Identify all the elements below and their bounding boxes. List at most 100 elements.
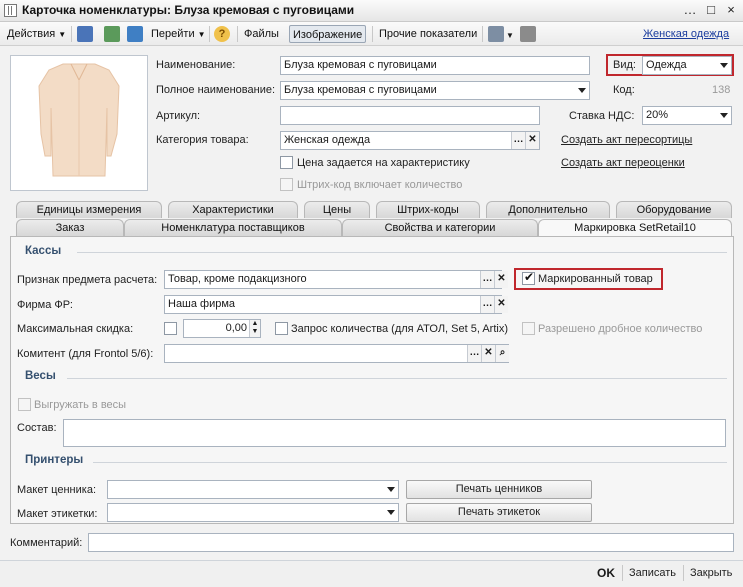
firm-value: Наша фирма — [168, 298, 236, 310]
code-value: 138 — [712, 84, 731, 96]
print-price-tags-button[interactable]: Печать ценников — [406, 480, 592, 499]
qty-request-label: Запрос количества (для АТОЛ, Set 5, Arti… — [291, 323, 508, 335]
clear-icon[interactable]: ✕ — [481, 345, 495, 362]
calc-subject-label: Признак предмета расчета: — [17, 274, 158, 286]
kind-select[interactable]: Одежда — [642, 56, 732, 75]
fractional-label: Разрешено дробное количество — [538, 323, 703, 335]
category-link[interactable]: Женская одежда — [640, 25, 732, 43]
other-indicators-button[interactable]: Прочие показатели — [376, 25, 480, 43]
chevron-down-icon[interactable] — [578, 88, 586, 93]
comment-label: Комментарий: — [10, 537, 83, 549]
report-icon[interactable] — [488, 26, 504, 42]
help-icon[interactable]: ? — [214, 26, 230, 42]
chevron-down-icon[interactable] — [720, 63, 728, 68]
create-reassess-link[interactable]: Создать акт переоценки — [561, 157, 685, 169]
price-by-char-checkbox[interactable] — [280, 156, 293, 169]
tab-equipment[interactable]: Оборудование — [616, 201, 732, 218]
price-tag-select[interactable] — [107, 480, 399, 499]
tab-order[interactable]: Заказ — [16, 219, 124, 236]
tab-barcodes[interactable]: Штрих-коды — [376, 201, 480, 218]
image-button[interactable]: Изображение — [289, 25, 367, 43]
tab-prices[interactable]: Цены — [304, 201, 370, 218]
create-resort-link[interactable]: Создать акт пересортицы — [561, 134, 692, 146]
spin-buttons[interactable]: ▲ ▼ — [249, 320, 260, 337]
committent-input[interactable] — [164, 344, 509, 363]
composition-input[interactable] — [63, 419, 726, 447]
vat-label: Ставка НДС: — [569, 110, 635, 122]
section-divider — [77, 252, 727, 253]
committent-label: Комитент (для Frontol 5/6): — [17, 348, 154, 360]
vat-value: 20% — [646, 109, 669, 121]
maximize-icon[interactable]: □ — [702, 2, 720, 19]
section-divider — [93, 462, 727, 463]
tab-characteristics[interactable]: Характеристики — [168, 201, 298, 218]
tab-additional[interactable]: Дополнительно — [486, 201, 610, 218]
tab-marking[interactable]: Маркировка SetRetail10 — [538, 219, 732, 236]
name-input[interactable]: Блуза кремовая с пуговицами — [280, 56, 590, 75]
save-button[interactable]: Записать — [629, 567, 676, 579]
print-labels-button[interactable]: Печать этикеток — [406, 503, 592, 522]
save-icon[interactable] — [77, 26, 93, 42]
vat-select[interactable]: 20% — [642, 106, 732, 125]
ok-button[interactable]: OK — [597, 566, 615, 580]
goto-menu[interactable]: Перейти ▼ — [148, 25, 209, 43]
qty-request-checkbox[interactable] — [275, 322, 288, 335]
fractional-checkbox[interactable] — [522, 322, 535, 335]
refresh-icon[interactable] — [104, 26, 120, 42]
firm-label: Фирма ФР: — [17, 299, 73, 311]
article-input[interactable] — [280, 106, 540, 125]
printers-title: Принтеры — [25, 454, 84, 466]
full-name-input[interactable]: Блуза кремовая с пуговицами — [280, 81, 590, 100]
clear-icon[interactable]: ✕ — [494, 271, 508, 288]
chevron-down-icon[interactable] — [387, 487, 395, 492]
marked-checkbox[interactable] — [522, 270, 535, 285]
files-button[interactable]: Файлы — [241, 25, 282, 43]
select-button[interactable]: … — [467, 345, 481, 362]
max-discount-label: Максимальная скидка: — [17, 323, 134, 335]
select-button[interactable]: … — [480, 296, 494, 313]
goto-label: Перейти — [151, 28, 195, 40]
select-button[interactable]: … — [511, 132, 525, 149]
search-icon[interactable]: ⌕ — [495, 345, 509, 362]
copy-icon[interactable] — [127, 26, 143, 42]
toolbar: Действия ▼ Перейти ▼ ? Файлы Изображение… — [0, 22, 743, 46]
command-bar: OK Записать Закрыть — [0, 560, 743, 587]
close-icon[interactable]: × — [722, 2, 740, 19]
export-scales-checkbox[interactable] — [18, 398, 31, 411]
category-input[interactable]: Женская одежда — [280, 131, 540, 150]
actions-menu[interactable]: Действия ▼ — [4, 25, 69, 43]
price-by-char-label: Цена задается на характеристику — [297, 157, 470, 169]
chevron-down-icon: ▼ — [58, 30, 67, 39]
clear-icon[interactable]: ✕ — [525, 132, 539, 149]
tab-supplier-items[interactable]: Номенклатура поставщиков — [124, 219, 342, 236]
button-divider — [683, 565, 684, 581]
tab-units[interactable]: Единицы измерения — [16, 201, 162, 218]
barcode-qty-checkbox[interactable] — [280, 178, 293, 191]
chevron-down-icon[interactable]: ▼ — [506, 31, 514, 40]
comment-input[interactable] — [88, 533, 734, 552]
tab-properties[interactable]: Свойства и категории — [342, 219, 538, 236]
more-icon[interactable]: … — [681, 2, 699, 19]
name-label: Наименование: — [156, 59, 236, 71]
toolbar-divider — [482, 26, 483, 42]
calc-subject-input[interactable]: Товар, кроме подакцизного — [164, 270, 502, 289]
chevron-down-icon[interactable] — [720, 113, 728, 118]
select-button[interactable]: … — [480, 271, 494, 288]
form-icon — [4, 4, 17, 17]
section-divider — [67, 378, 727, 379]
close-button[interactable]: Закрыть — [690, 567, 732, 579]
product-image[interactable] — [10, 55, 148, 191]
kind-label: Вид: — [613, 59, 636, 71]
toolbar-divider — [372, 26, 373, 42]
label-template-select[interactable] — [107, 503, 399, 522]
clear-icon[interactable]: ✕ — [494, 296, 508, 313]
max-discount-checkbox[interactable] — [164, 322, 177, 335]
structure-icon[interactable] — [520, 26, 536, 42]
firm-input[interactable]: Наша фирма — [164, 295, 502, 314]
marked-label: Маркированный товар — [538, 273, 653, 285]
chevron-down-icon[interactable] — [387, 510, 395, 515]
category-label: Категория товара: — [156, 134, 249, 146]
label-template-label: Макет этикетки: — [17, 508, 98, 520]
full-name-label: Полное наименование: — [156, 84, 276, 96]
code-label: Код: — [613, 84, 635, 96]
